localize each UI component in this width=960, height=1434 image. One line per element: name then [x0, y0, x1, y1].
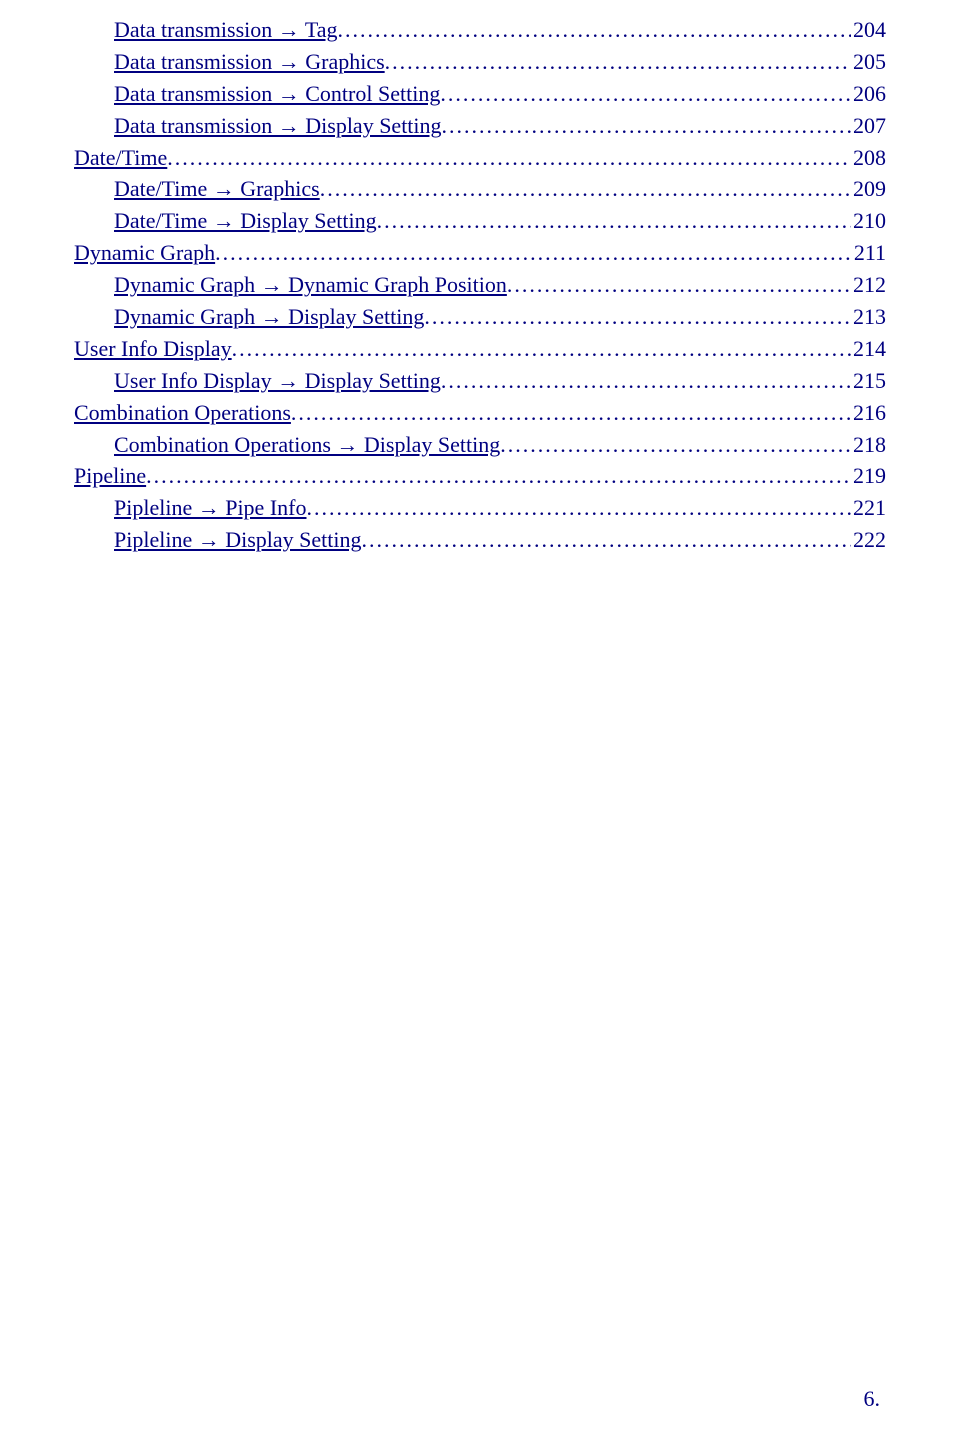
toc-leader-dots — [442, 120, 851, 142]
toc-entry-page: 216 — [851, 397, 886, 429]
toc-leader-dots — [291, 407, 851, 429]
toc-entry-page: 214 — [851, 333, 886, 365]
toc-leader-dots — [424, 311, 851, 333]
toc-entry: Date/Time → Graphics 209 — [74, 173, 886, 205]
toc-leader-dots — [441, 375, 851, 397]
toc-entry-page: 222 — [851, 524, 886, 556]
toc-entry-link[interactable]: Data transmission → Graphics — [114, 46, 385, 78]
toc-entry-link[interactable]: Dynamic Graph → Dynamic Graph Position — [114, 269, 507, 301]
toc-leader-dots — [167, 151, 851, 173]
toc-leader-dots — [507, 279, 851, 301]
toc-entry-page: 209 — [851, 173, 886, 205]
toc-entry: Date/Time 208 — [74, 142, 886, 174]
toc-entry: Pipeline 219 — [74, 460, 886, 492]
toc-leader-dots — [500, 438, 851, 460]
toc-leader-dots — [146, 470, 851, 492]
toc-entry: Combination Operations 216 — [74, 397, 886, 429]
toc-entry: Data transmission → Control Setting 206 — [74, 78, 886, 110]
toc-entry: Data transmission → Tag 204 — [74, 14, 886, 46]
toc-entry-link[interactable]: Date/Time — [74, 142, 167, 174]
toc-leader-dots — [232, 343, 851, 365]
toc-entry: Dynamic Graph → Dynamic Graph Position 2… — [74, 269, 886, 301]
toc-entry-page: 221 — [851, 492, 886, 524]
toc-leader-dots — [215, 247, 852, 269]
toc-entry-page: 205 — [851, 46, 886, 78]
toc-entry-page: 211 — [852, 237, 886, 269]
toc-entry-link[interactable]: Dynamic Graph → Display Setting — [114, 301, 424, 333]
toc-entry: Dynamic Graph → Display Setting 213 — [74, 301, 886, 333]
toc-leader-dots — [320, 183, 851, 205]
toc-leader-dots — [306, 502, 851, 524]
toc-entry-link[interactable]: Data transmission → Display Setting — [114, 110, 442, 142]
toc-entry-link[interactable]: Dynamic Graph — [74, 237, 215, 269]
toc-entry-page: 213 — [851, 301, 886, 333]
toc-entry-page: 212 — [851, 269, 886, 301]
toc-leader-dots — [385, 56, 851, 78]
toc-entry-link[interactable]: Combination Operations → Display Setting — [114, 429, 500, 461]
toc-entry-link[interactable]: User Info Display — [74, 333, 232, 365]
toc-entry: Data transmission → Graphics 205 — [74, 46, 886, 78]
toc-entry: Dynamic Graph 211 — [74, 237, 886, 269]
toc-entry: Pipleline → Pipe Info 221 — [74, 492, 886, 524]
toc-entry: User Info Display 214 — [74, 333, 886, 365]
toc-entry: Data transmission → Display Setting 207 — [74, 110, 886, 142]
toc-entry-link[interactable]: Date/Time → Display Setting — [114, 205, 377, 237]
toc-entry-link[interactable]: Data transmission → Control Setting — [114, 78, 440, 110]
toc-entry-page: 204 — [851, 14, 886, 46]
toc-entry-link[interactable]: User Info Display → Display Setting — [114, 365, 441, 397]
table-of-contents: Data transmission → Tag 204 Data transmi… — [74, 14, 886, 556]
toc-entry-link[interactable]: Pipleline → Display Setting — [114, 524, 362, 556]
toc-entry-page: 206 — [851, 78, 886, 110]
toc-entry-link[interactable]: Combination Operations — [74, 397, 291, 429]
toc-leader-dots — [362, 534, 852, 556]
toc-entry-page: 210 — [851, 205, 886, 237]
toc-entry-page: 215 — [851, 365, 886, 397]
toc-entry-page: 208 — [851, 142, 886, 174]
toc-entry-page: 207 — [851, 110, 886, 142]
toc-entry-link[interactable]: Pipeline — [74, 460, 146, 492]
toc-entry: Combination Operations → Display Setting… — [74, 429, 886, 461]
toc-leader-dots — [338, 24, 851, 46]
document-page: Data transmission → Tag 204 Data transmi… — [0, 0, 960, 1434]
toc-entry-link[interactable]: Pipleline → Pipe Info — [114, 492, 306, 524]
toc-entry-page: 219 — [851, 460, 886, 492]
toc-entry: Pipleline → Display Setting 222 — [74, 524, 886, 556]
toc-entry: Date/Time → Display Setting 210 — [74, 205, 886, 237]
toc-entry-link[interactable]: Date/Time → Graphics — [114, 173, 320, 205]
toc-leader-dots — [440, 88, 851, 110]
toc-entry-page: 218 — [851, 429, 886, 461]
page-number: 6. — [864, 1386, 881, 1412]
toc-entry: User Info Display → Display Setting 215 — [74, 365, 886, 397]
toc-entry-link[interactable]: Data transmission → Tag — [114, 14, 338, 46]
toc-leader-dots — [377, 215, 851, 237]
